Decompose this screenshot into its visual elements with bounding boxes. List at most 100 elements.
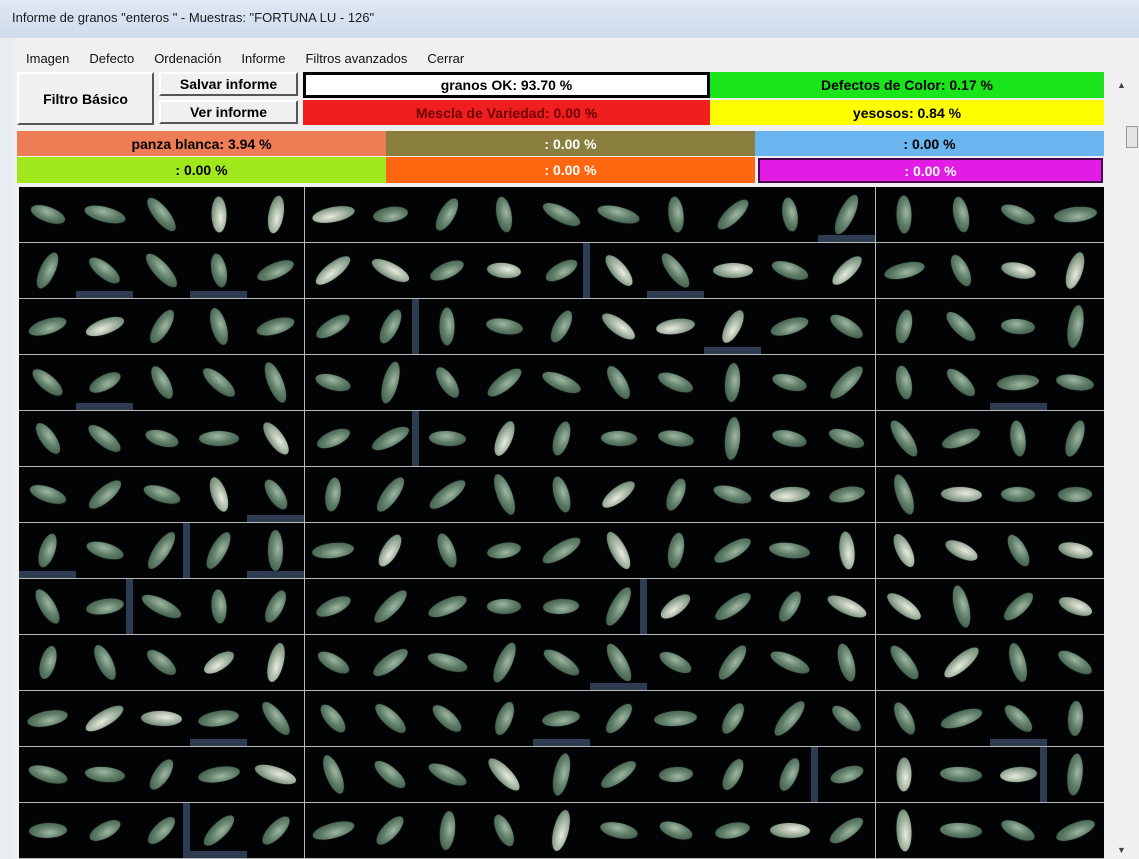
- grain-thumbnail[interactable]: [418, 523, 477, 579]
- grain-thumbnail[interactable]: [875, 467, 934, 523]
- grain-thumbnail[interactable]: [133, 691, 192, 747]
- grain-thumbnail[interactable]: [989, 523, 1048, 579]
- grain-thumbnail[interactable]: [590, 243, 648, 299]
- grain-thumbnail[interactable]: [590, 691, 648, 747]
- grain-thumbnail[interactable]: [704, 635, 763, 691]
- grain-thumbnail[interactable]: [989, 691, 1048, 747]
- grain-thumbnail[interactable]: [247, 355, 306, 411]
- grain-thumbnail[interactable]: [989, 803, 1048, 859]
- grain-thumbnail[interactable]: [875, 635, 934, 691]
- grain-thumbnail[interactable]: [475, 243, 534, 299]
- grain-thumbnail[interactable]: [361, 579, 420, 635]
- grain-thumbnail[interactable]: [304, 411, 363, 467]
- grain-thumbnail[interactable]: [932, 579, 991, 635]
- grain-thumbnail[interactable]: [133, 243, 192, 299]
- grain-thumbnail[interactable]: [647, 187, 706, 243]
- grain-thumbnail[interactable]: [76, 411, 135, 467]
- grain-thumbnail[interactable]: [247, 467, 306, 523]
- grain-thumbnail[interactable]: [818, 523, 877, 579]
- grain-thumbnail[interactable]: [475, 635, 534, 691]
- grain-thumbnail[interactable]: [532, 243, 591, 299]
- grain-thumbnail[interactable]: [304, 187, 363, 243]
- scrollbar-thumb[interactable]: [1126, 126, 1138, 148]
- grain-thumbnail[interactable]: [1046, 579, 1104, 635]
- grain-thumbnail[interactable]: [76, 299, 135, 355]
- grain-thumbnail[interactable]: [19, 187, 77, 243]
- grain-thumbnail[interactable]: [989, 187, 1048, 243]
- grain-thumbnail[interactable]: [304, 803, 363, 859]
- ver-informe-button[interactable]: Ver informe: [159, 100, 298, 124]
- grain-thumbnail[interactable]: [647, 691, 706, 747]
- grain-thumbnail[interactable]: [1046, 355, 1104, 411]
- grain-thumbnail[interactable]: [304, 355, 363, 411]
- grain-thumbnail[interactable]: [1046, 187, 1104, 243]
- grain-thumbnail[interactable]: [1046, 243, 1104, 299]
- grain-thumbnail[interactable]: [532, 299, 591, 355]
- grain-thumbnail[interactable]: [1046, 523, 1104, 579]
- grain-thumbnail[interactable]: [133, 467, 192, 523]
- grain-thumbnail[interactable]: [475, 691, 534, 747]
- grain-thumbnail[interactable]: [818, 635, 877, 691]
- grain-thumbnail[interactable]: [818, 747, 877, 803]
- grain-thumbnail[interactable]: [932, 355, 991, 411]
- grain-thumbnail[interactable]: [190, 523, 249, 579]
- grain-thumbnail[interactable]: [19, 411, 77, 467]
- grain-thumbnail[interactable]: [818, 243, 877, 299]
- grain-thumbnail[interactable]: [190, 299, 249, 355]
- grain-thumbnail[interactable]: [875, 299, 934, 355]
- grain-thumbnail[interactable]: [19, 691, 77, 747]
- grain-thumbnail[interactable]: [19, 243, 77, 299]
- grain-thumbnail[interactable]: [761, 691, 820, 747]
- grain-thumbnail[interactable]: [76, 691, 135, 747]
- grain-thumbnail[interactable]: [304, 467, 363, 523]
- grain-thumbnail[interactable]: [818, 187, 877, 243]
- grain-thumbnail[interactable]: [989, 467, 1048, 523]
- grain-thumbnail[interactable]: [190, 579, 249, 635]
- grain-thumbnail[interactable]: [133, 299, 192, 355]
- grain-thumbnail[interactable]: [647, 635, 706, 691]
- grain-thumbnail[interactable]: [989, 747, 1048, 803]
- grain-thumbnail[interactable]: [647, 579, 706, 635]
- grain-thumbnail[interactable]: [532, 747, 591, 803]
- grain-thumbnail[interactable]: [304, 243, 363, 299]
- menu-informe[interactable]: Informe: [229, 51, 293, 66]
- grain-thumbnail[interactable]: [361, 523, 420, 579]
- grain-thumbnail[interactable]: [875, 243, 934, 299]
- grain-thumbnail[interactable]: [475, 187, 534, 243]
- grain-thumbnail[interactable]: [361, 691, 420, 747]
- grain-thumbnail[interactable]: [247, 243, 306, 299]
- grain-thumbnail[interactable]: [475, 747, 534, 803]
- grain-thumbnail[interactable]: [932, 299, 991, 355]
- grain-thumbnail[interactable]: [247, 299, 306, 355]
- grain-thumbnail[interactable]: [532, 523, 591, 579]
- grain-thumbnail[interactable]: [304, 691, 363, 747]
- grain-thumbnail[interactable]: [818, 691, 877, 747]
- grain-thumbnail[interactable]: [590, 187, 648, 243]
- filtro-basico-button[interactable]: Filtro Básico: [17, 72, 154, 125]
- grain-thumbnail[interactable]: [190, 467, 249, 523]
- grain-thumbnail[interactable]: [761, 299, 820, 355]
- menu-defecto[interactable]: Defecto: [77, 51, 142, 66]
- grain-thumbnail[interactable]: [761, 747, 820, 803]
- grain-thumbnail[interactable]: [647, 243, 706, 299]
- grain-thumbnail[interactable]: [532, 579, 591, 635]
- grain-thumbnail[interactable]: [418, 187, 477, 243]
- grain-thumbnail[interactable]: [704, 803, 763, 859]
- grain-thumbnail[interactable]: [133, 187, 192, 243]
- grain-thumbnail[interactable]: [761, 635, 820, 691]
- grain-thumbnail[interactable]: [361, 187, 420, 243]
- grain-thumbnail[interactable]: [133, 747, 192, 803]
- grain-thumbnail[interactable]: [761, 243, 820, 299]
- grain-thumbnail[interactable]: [190, 691, 249, 747]
- grain-thumbnail[interactable]: [19, 635, 77, 691]
- grain-thumbnail[interactable]: [1046, 691, 1104, 747]
- grain-thumbnail[interactable]: [989, 579, 1048, 635]
- grain-thumbnail[interactable]: [647, 523, 706, 579]
- grain-thumbnail[interactable]: [761, 523, 820, 579]
- grain-thumbnail[interactable]: [418, 467, 477, 523]
- grain-thumbnail[interactable]: [704, 467, 763, 523]
- menu-filtros-avanzados[interactable]: Filtros avanzados: [293, 51, 415, 66]
- grain-thumbnail[interactable]: [932, 523, 991, 579]
- grain-thumbnail[interactable]: [704, 243, 763, 299]
- grain-thumbnail[interactable]: [247, 747, 306, 803]
